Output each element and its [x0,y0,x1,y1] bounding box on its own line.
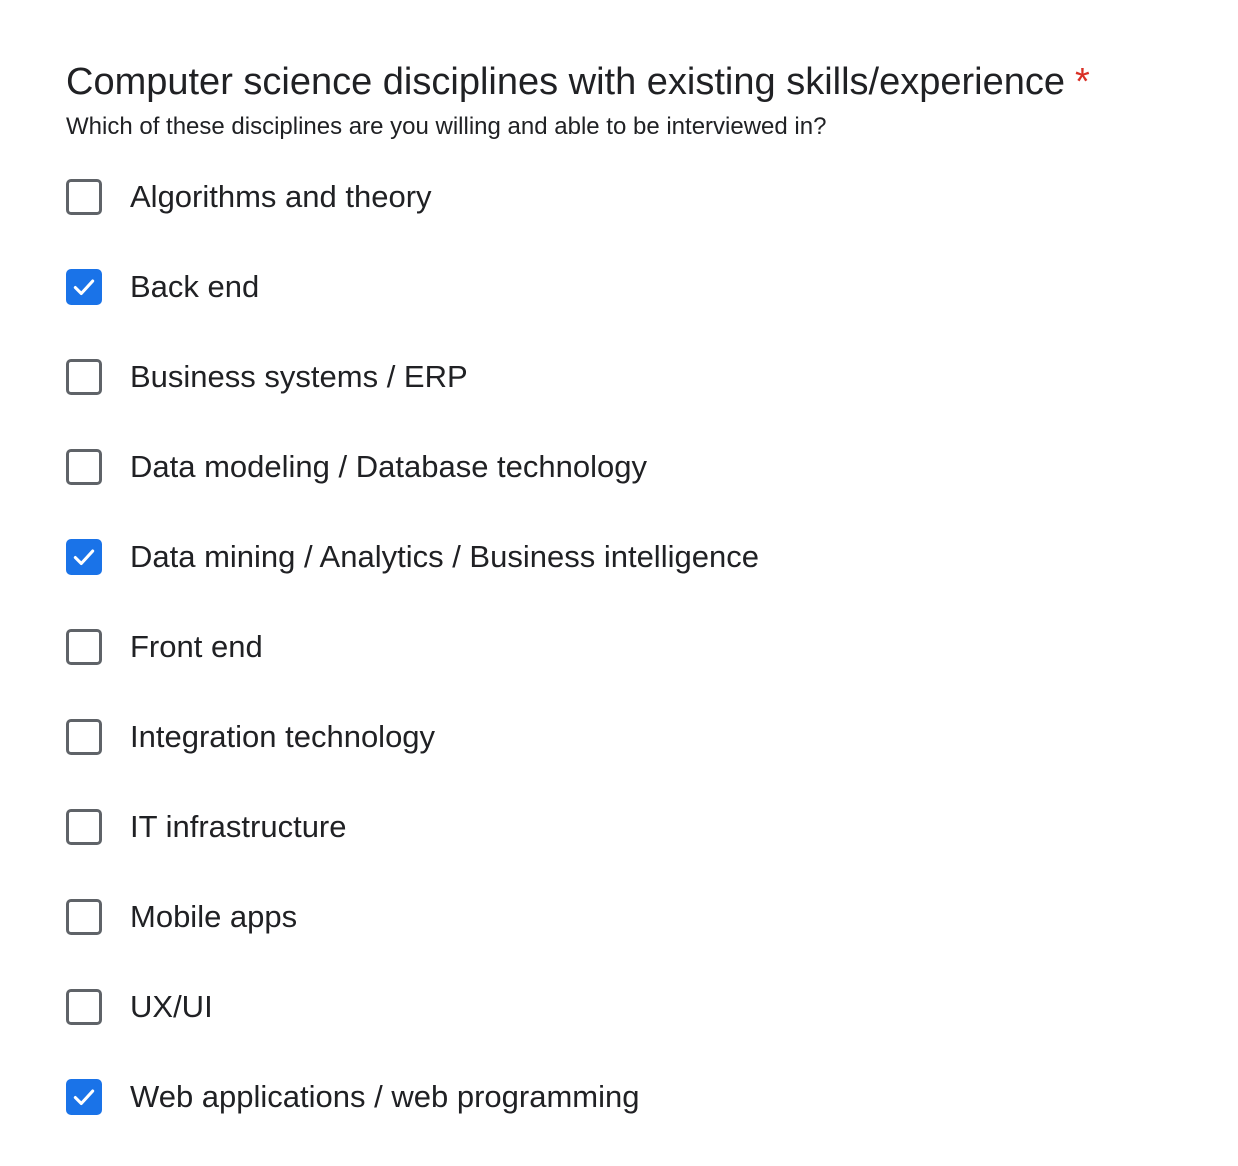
question-help-text: Which of these disciplines are you willi… [66,113,827,140]
question-title-row: Computer science disciplines with existi… [66,58,1090,106]
option-mobile-apps[interactable]: Mobile apps [66,872,1166,962]
checkbox[interactable] [66,269,102,305]
option-integration-technology[interactable]: Integration technology [66,692,1166,782]
option-front-end[interactable]: Front end [66,602,1166,692]
option-label: Business systems / ERP [130,359,468,394]
checkbox[interactable] [66,359,102,395]
checkbox[interactable] [66,809,102,845]
checkbox[interactable] [66,899,102,935]
checkbox-options-list: Algorithms and theory Back end Business … [66,152,1166,1142]
option-back-end[interactable]: Back end [66,242,1166,332]
option-web-applications[interactable]: Web applications / web programming [66,1052,1166,1142]
check-icon [73,279,95,296]
checkbox[interactable] [66,989,102,1025]
option-label: Data mining / Analytics / Business intel… [130,539,759,574]
option-label: Back end [130,269,260,304]
option-label: Front end [130,629,263,664]
option-label: Algorithms and theory [130,179,432,214]
option-algorithms-and-theory[interactable]: Algorithms and theory [66,152,1166,242]
checkbox[interactable] [66,539,102,575]
check-icon [73,549,95,566]
option-label: Mobile apps [130,899,298,934]
checkbox[interactable] [66,1079,102,1115]
option-label: Integration technology [130,719,436,754]
checkbox[interactable] [66,629,102,665]
question-title: Computer science disciplines with existi… [66,61,1065,103]
option-business-systems-erp[interactable]: Business systems / ERP [66,332,1166,422]
option-label: Data modeling / Database technology [130,449,647,484]
option-data-modeling[interactable]: Data modeling / Database technology [66,422,1166,512]
option-ux-ui[interactable]: UX/UI [66,962,1166,1052]
option-label: IT infrastructure [130,809,347,844]
option-label: UX/UI [130,989,213,1024]
checkbox[interactable] [66,449,102,485]
checkbox[interactable] [66,179,102,215]
check-icon [73,1089,95,1106]
checkbox[interactable] [66,719,102,755]
option-data-mining[interactable]: Data mining / Analytics / Business intel… [66,512,1166,602]
required-asterisk: * [1074,61,1090,103]
option-it-infrastructure[interactable]: IT infrastructure [66,782,1166,872]
option-label: Web applications / web programming [130,1079,640,1114]
